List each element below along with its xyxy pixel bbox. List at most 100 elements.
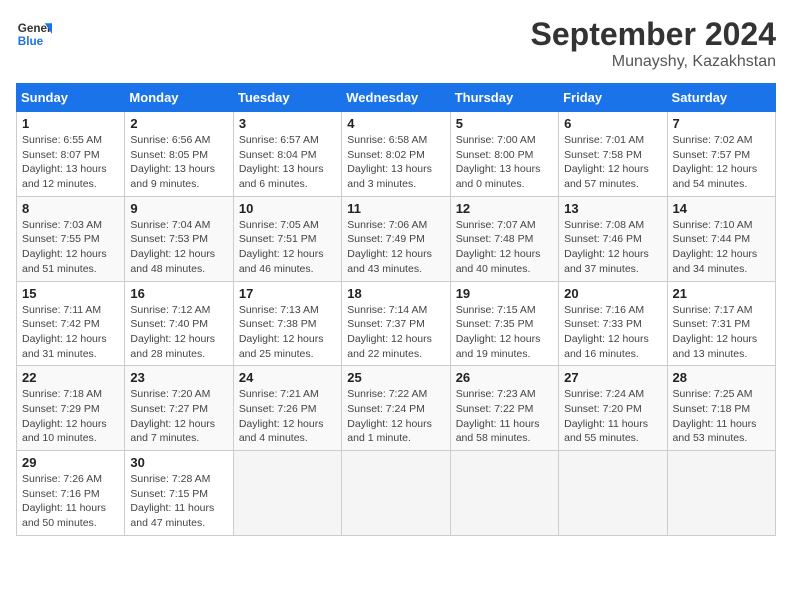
day-number: 30 <box>130 455 227 470</box>
day-detail: Sunrise: 6:58 AM Sunset: 8:02 PM Dayligh… <box>347 133 444 192</box>
calendar-week-row: 22 Sunrise: 7:18 AM Sunset: 7:29 PM Dayli… <box>17 366 776 451</box>
page-header: General Blue September 2024 Munayshy, Ka… <box>16 16 776 71</box>
calendar-cell: 22 Sunrise: 7:18 AM Sunset: 7:29 PM Dayli… <box>17 366 125 451</box>
day-number: 21 <box>673 286 770 301</box>
weekday-header: Monday <box>125 84 233 112</box>
calendar-cell: 15 Sunrise: 7:11 AM Sunset: 7:42 PM Dayli… <box>17 281 125 366</box>
day-detail: Sunrise: 7:15 AM Sunset: 7:35 PM Dayligh… <box>456 303 553 362</box>
calendar-cell: 27 Sunrise: 7:24 AM Sunset: 7:20 PM Dayli… <box>559 366 667 451</box>
calendar-cell: 16 Sunrise: 7:12 AM Sunset: 7:40 PM Dayli… <box>125 281 233 366</box>
calendar-cell: 2 Sunrise: 6:56 AM Sunset: 8:05 PM Daylig… <box>125 112 233 197</box>
calendar-cell: 23 Sunrise: 7:20 AM Sunset: 7:27 PM Dayli… <box>125 366 233 451</box>
calendar-cell: 1 Sunrise: 6:55 AM Sunset: 8:07 PM Daylig… <box>17 112 125 197</box>
day-detail: Sunrise: 7:21 AM Sunset: 7:26 PM Dayligh… <box>239 387 336 446</box>
day-number: 24 <box>239 370 336 385</box>
day-detail: Sunrise: 7:14 AM Sunset: 7:37 PM Dayligh… <box>347 303 444 362</box>
day-number: 6 <box>564 116 661 131</box>
calendar-cell: 4 Sunrise: 6:58 AM Sunset: 8:02 PM Daylig… <box>342 112 450 197</box>
calendar-cell: 14Sunrise: 7:10 AM Sunset: 7:44 PM Dayli… <box>667 196 775 281</box>
day-number: 18 <box>347 286 444 301</box>
day-number: 25 <box>347 370 444 385</box>
day-number: 5 <box>456 116 553 131</box>
day-number: 4 <box>347 116 444 131</box>
day-number: 12 <box>456 201 553 216</box>
day-number: 3 <box>239 116 336 131</box>
day-detail: Sunrise: 7:18 AM Sunset: 7:29 PM Dayligh… <box>22 387 119 446</box>
day-number: 16 <box>130 286 227 301</box>
svg-text:Blue: Blue <box>18 35 44 48</box>
weekday-header: Friday <box>559 84 667 112</box>
location-title: Munayshy, Kazakhstan <box>531 53 776 71</box>
day-detail: Sunrise: 7:03 AM Sunset: 7:55 PM Dayligh… <box>22 218 119 277</box>
day-number: 10 <box>239 201 336 216</box>
calendar-cell: 25 Sunrise: 7:22 AM Sunset: 7:24 PM Dayli… <box>342 366 450 451</box>
day-detail: Sunrise: 7:24 AM Sunset: 7:20 PM Dayligh… <box>564 387 661 446</box>
day-detail: Sunrise: 7:01 AM Sunset: 7:58 PM Dayligh… <box>564 133 661 192</box>
day-detail: Sunrise: 7:25 AM Sunset: 7:18 PM Dayligh… <box>673 387 770 446</box>
day-detail: Sunrise: 7:17 AM Sunset: 7:31 PM Dayligh… <box>673 303 770 362</box>
day-detail: Sunrise: 7:00 AM Sunset: 8:00 PM Dayligh… <box>456 133 553 192</box>
calendar-cell: 12 Sunrise: 7:07 AM Sunset: 7:48 PM Dayli… <box>450 196 558 281</box>
month-title: September 2024 <box>531 16 776 53</box>
day-detail: Sunrise: 7:07 AM Sunset: 7:48 PM Dayligh… <box>456 218 553 277</box>
calendar-cell <box>559 451 667 536</box>
day-number: 23 <box>130 370 227 385</box>
day-detail: Sunrise: 7:10 AM Sunset: 7:44 PM Dayligh… <box>673 218 770 277</box>
day-number: 27 <box>564 370 661 385</box>
day-detail: Sunrise: 7:12 AM Sunset: 7:40 PM Dayligh… <box>130 303 227 362</box>
day-detail: Sunrise: 6:56 AM Sunset: 8:05 PM Dayligh… <box>130 133 227 192</box>
calendar-week-row: 29Sunrise: 7:26 AM Sunset: 7:16 PM Dayli… <box>17 451 776 536</box>
weekday-header: Sunday <box>17 84 125 112</box>
day-number: 20 <box>564 286 661 301</box>
calendar-cell: 26 Sunrise: 7:23 AM Sunset: 7:22 PM Dayli… <box>450 366 558 451</box>
day-detail: Sunrise: 7:02 AM Sunset: 7:57 PM Dayligh… <box>673 133 770 192</box>
calendar-cell: 3 Sunrise: 6:57 AM Sunset: 8:04 PM Daylig… <box>233 112 341 197</box>
day-detail: Sunrise: 7:16 AM Sunset: 7:33 PM Dayligh… <box>564 303 661 362</box>
day-detail: Sunrise: 7:28 AM Sunset: 7:15 PM Dayligh… <box>130 472 227 531</box>
day-detail: Sunrise: 6:55 AM Sunset: 8:07 PM Dayligh… <box>22 133 119 192</box>
calendar-cell <box>667 451 775 536</box>
day-detail: Sunrise: 7:20 AM Sunset: 7:27 PM Dayligh… <box>130 387 227 446</box>
calendar-cell: 10 Sunrise: 7:05 AM Sunset: 7:51 PM Dayli… <box>233 196 341 281</box>
calendar-cell <box>233 451 341 536</box>
calendar-cell: 28 Sunrise: 7:25 AM Sunset: 7:18 PM Dayli… <box>667 366 775 451</box>
day-number: 7 <box>673 116 770 131</box>
calendar-cell <box>450 451 558 536</box>
day-number: 2 <box>130 116 227 131</box>
calendar-table: SundayMondayTuesdayWednesdayThursdayFrid… <box>16 83 776 536</box>
day-detail: Sunrise: 7:23 AM Sunset: 7:22 PM Dayligh… <box>456 387 553 446</box>
day-detail: Sunrise: 7:11 AM Sunset: 7:42 PM Dayligh… <box>22 303 119 362</box>
day-detail: Sunrise: 7:04 AM Sunset: 7:53 PM Dayligh… <box>130 218 227 277</box>
day-number: 26 <box>456 370 553 385</box>
calendar-cell: 30 Sunrise: 7:28 AM Sunset: 7:15 PM Dayli… <box>125 451 233 536</box>
day-number: 28 <box>673 370 770 385</box>
weekday-header: Tuesday <box>233 84 341 112</box>
day-detail: Sunrise: 7:08 AM Sunset: 7:46 PM Dayligh… <box>564 218 661 277</box>
day-number: 22 <box>22 370 119 385</box>
calendar-week-row: 8Sunrise: 7:03 AM Sunset: 7:55 PM Daylig… <box>17 196 776 281</box>
calendar-cell: 7 Sunrise: 7:02 AM Sunset: 7:57 PM Daylig… <box>667 112 775 197</box>
weekday-header: Wednesday <box>342 84 450 112</box>
calendar-cell: 8Sunrise: 7:03 AM Sunset: 7:55 PM Daylig… <box>17 196 125 281</box>
day-detail: Sunrise: 6:57 AM Sunset: 8:04 PM Dayligh… <box>239 133 336 192</box>
day-detail: Sunrise: 7:26 AM Sunset: 7:16 PM Dayligh… <box>22 472 119 531</box>
day-number: 17 <box>239 286 336 301</box>
day-detail: Sunrise: 7:05 AM Sunset: 7:51 PM Dayligh… <box>239 218 336 277</box>
calendar-cell: 18 Sunrise: 7:14 AM Sunset: 7:37 PM Dayli… <box>342 281 450 366</box>
calendar-cell: 21 Sunrise: 7:17 AM Sunset: 7:31 PM Dayli… <box>667 281 775 366</box>
calendar-cell: 29Sunrise: 7:26 AM Sunset: 7:16 PM Dayli… <box>17 451 125 536</box>
day-number: 1 <box>22 116 119 131</box>
calendar-cell: 17 Sunrise: 7:13 AM Sunset: 7:38 PM Dayli… <box>233 281 341 366</box>
day-detail: Sunrise: 7:06 AM Sunset: 7:49 PM Dayligh… <box>347 218 444 277</box>
calendar-week-row: 15 Sunrise: 7:11 AM Sunset: 7:42 PM Dayli… <box>17 281 776 366</box>
day-number: 15 <box>22 286 119 301</box>
calendar-cell: 24 Sunrise: 7:21 AM Sunset: 7:26 PM Dayli… <box>233 366 341 451</box>
calendar-header-row: SundayMondayTuesdayWednesdayThursdayFrid… <box>17 84 776 112</box>
logo: General Blue <box>16 16 52 52</box>
calendar-cell: 6 Sunrise: 7:01 AM Sunset: 7:58 PM Daylig… <box>559 112 667 197</box>
day-detail: Sunrise: 7:22 AM Sunset: 7:24 PM Dayligh… <box>347 387 444 446</box>
day-number: 19 <box>456 286 553 301</box>
calendar-cell: 9Sunrise: 7:04 AM Sunset: 7:53 PM Daylig… <box>125 196 233 281</box>
weekday-header: Saturday <box>667 84 775 112</box>
day-detail: Sunrise: 7:13 AM Sunset: 7:38 PM Dayligh… <box>239 303 336 362</box>
